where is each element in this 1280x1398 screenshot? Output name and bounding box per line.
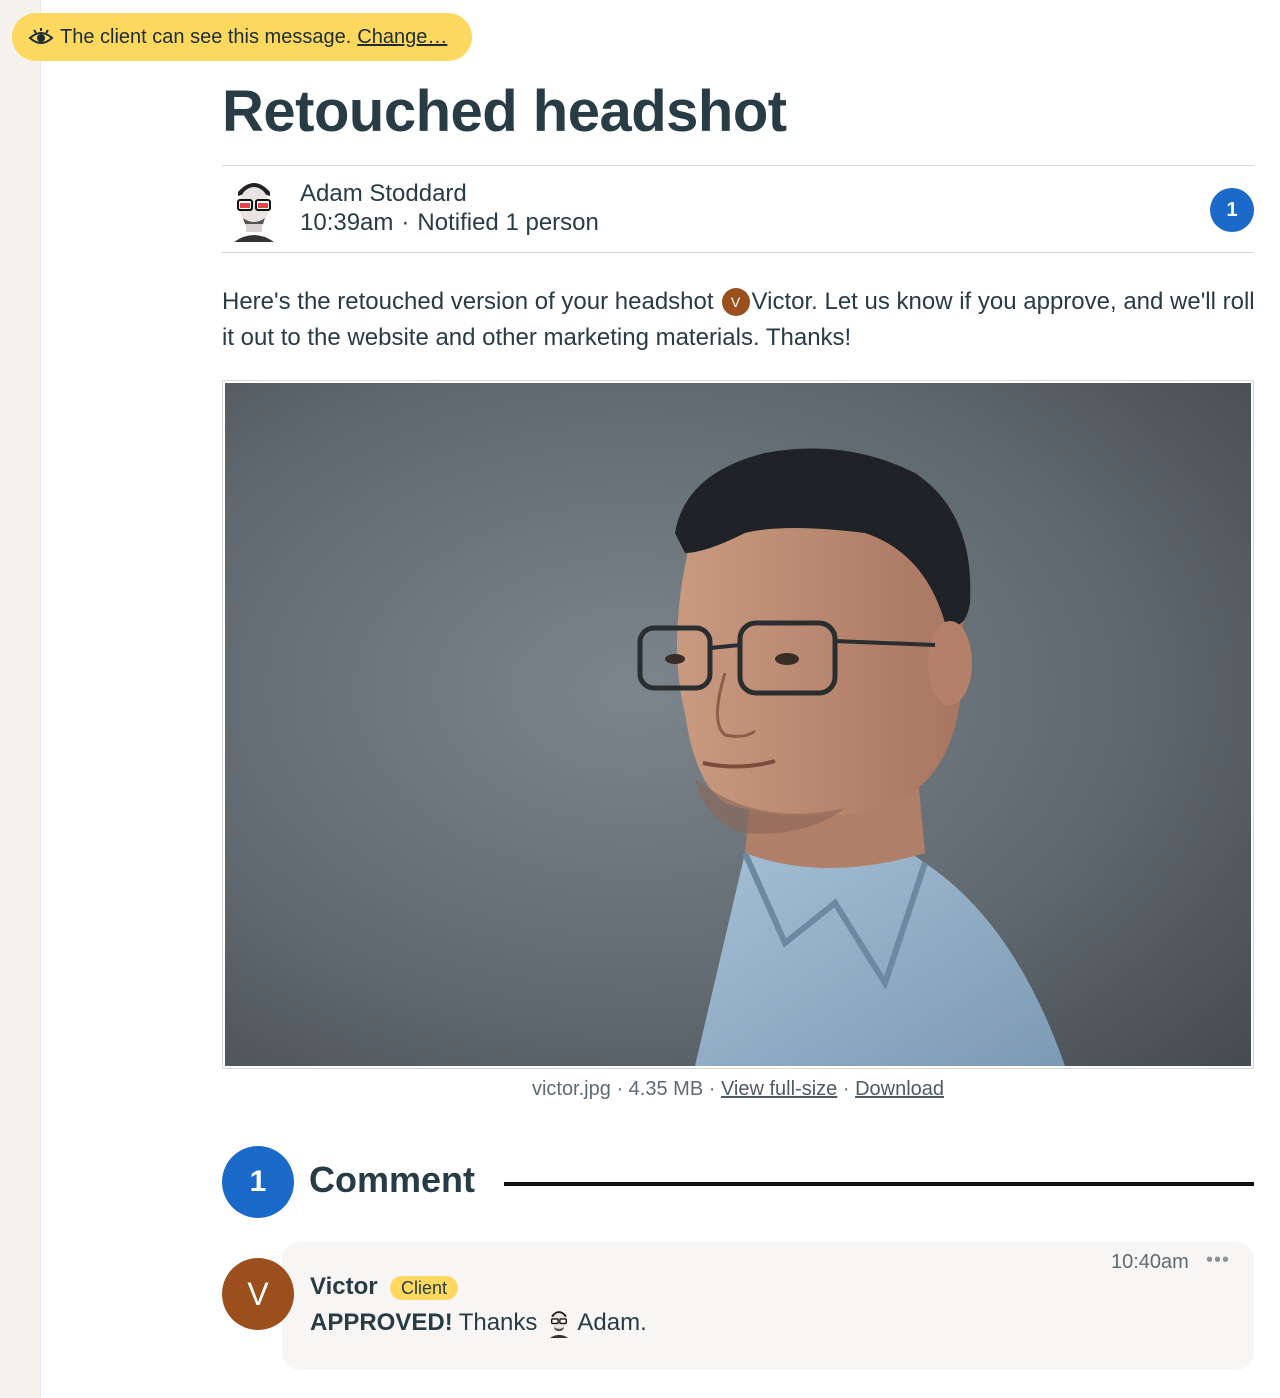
change-visibility-link[interactable]: Change… xyxy=(357,26,447,49)
comment-mention-name[interactable]: Adam. xyxy=(577,1309,646,1337)
caption-separator: · xyxy=(842,1078,850,1100)
eye-icon xyxy=(28,27,54,47)
headshot-photo[interactable] xyxy=(225,383,1251,1066)
message-meta: 10:39am · Notified 1 person xyxy=(300,209,599,237)
client-badge: Client xyxy=(390,1276,459,1300)
left-rail xyxy=(0,0,41,1398)
message-body: Here's the retouched version of your hea… xyxy=(222,284,1262,356)
comment-bold-text: APPROVED! xyxy=(310,1309,453,1336)
comment-count-badge: 1 xyxy=(222,1146,294,1218)
commenter-avatar[interactable]: V xyxy=(222,1258,294,1330)
more-options-icon[interactable]: ••• xyxy=(1206,1249,1230,1272)
notified-count[interactable]: Notified 1 person xyxy=(417,209,598,236)
caption-separator: · xyxy=(616,1078,624,1100)
commenter-name[interactable]: Victor xyxy=(310,1273,378,1301)
comments-divider xyxy=(504,1182,1254,1186)
boost-count-badge[interactable]: 1 xyxy=(1210,188,1254,232)
attachment-filename: victor.jpg xyxy=(531,1078,611,1100)
mention-avatar xyxy=(549,1308,569,1338)
divider xyxy=(222,165,1254,166)
body-text: Here's the retouched version of your hea… xyxy=(222,288,714,315)
comment-text: Thanks xyxy=(458,1309,538,1336)
message-time[interactable]: 10:39am xyxy=(300,209,393,236)
page-title: Retouched headshot xyxy=(222,79,787,144)
image-attachment[interactable] xyxy=(222,380,1254,1069)
attachment-size: 4.35 MB xyxy=(628,1078,704,1100)
banner-text: The client can see this message. xyxy=(60,25,352,48)
divider xyxy=(222,252,1254,253)
mention-avatar: V xyxy=(721,288,750,316)
attachment-caption: victor.jpg · 4.35 MB · View full-size · … xyxy=(222,1078,1254,1101)
caption-separator: · xyxy=(708,1078,716,1100)
download-link[interactable]: Download xyxy=(855,1078,944,1100)
mention-name[interactable]: Victor. xyxy=(752,288,818,315)
author-avatar[interactable] xyxy=(232,176,276,242)
meta-separator: · xyxy=(401,209,410,236)
comment-time[interactable]: 10:40am xyxy=(1111,1251,1189,1274)
comment-card xyxy=(282,1242,1254,1370)
author-name[interactable]: Adam Stoddard xyxy=(300,180,467,208)
comment-body: APPROVED! Thanks Adam. xyxy=(310,1308,647,1338)
view-full-size-link[interactable]: View full-size xyxy=(721,1078,837,1100)
client-visibility-banner: The client can see this message. Change… xyxy=(12,13,472,61)
comments-heading: Comment xyxy=(309,1159,476,1200)
